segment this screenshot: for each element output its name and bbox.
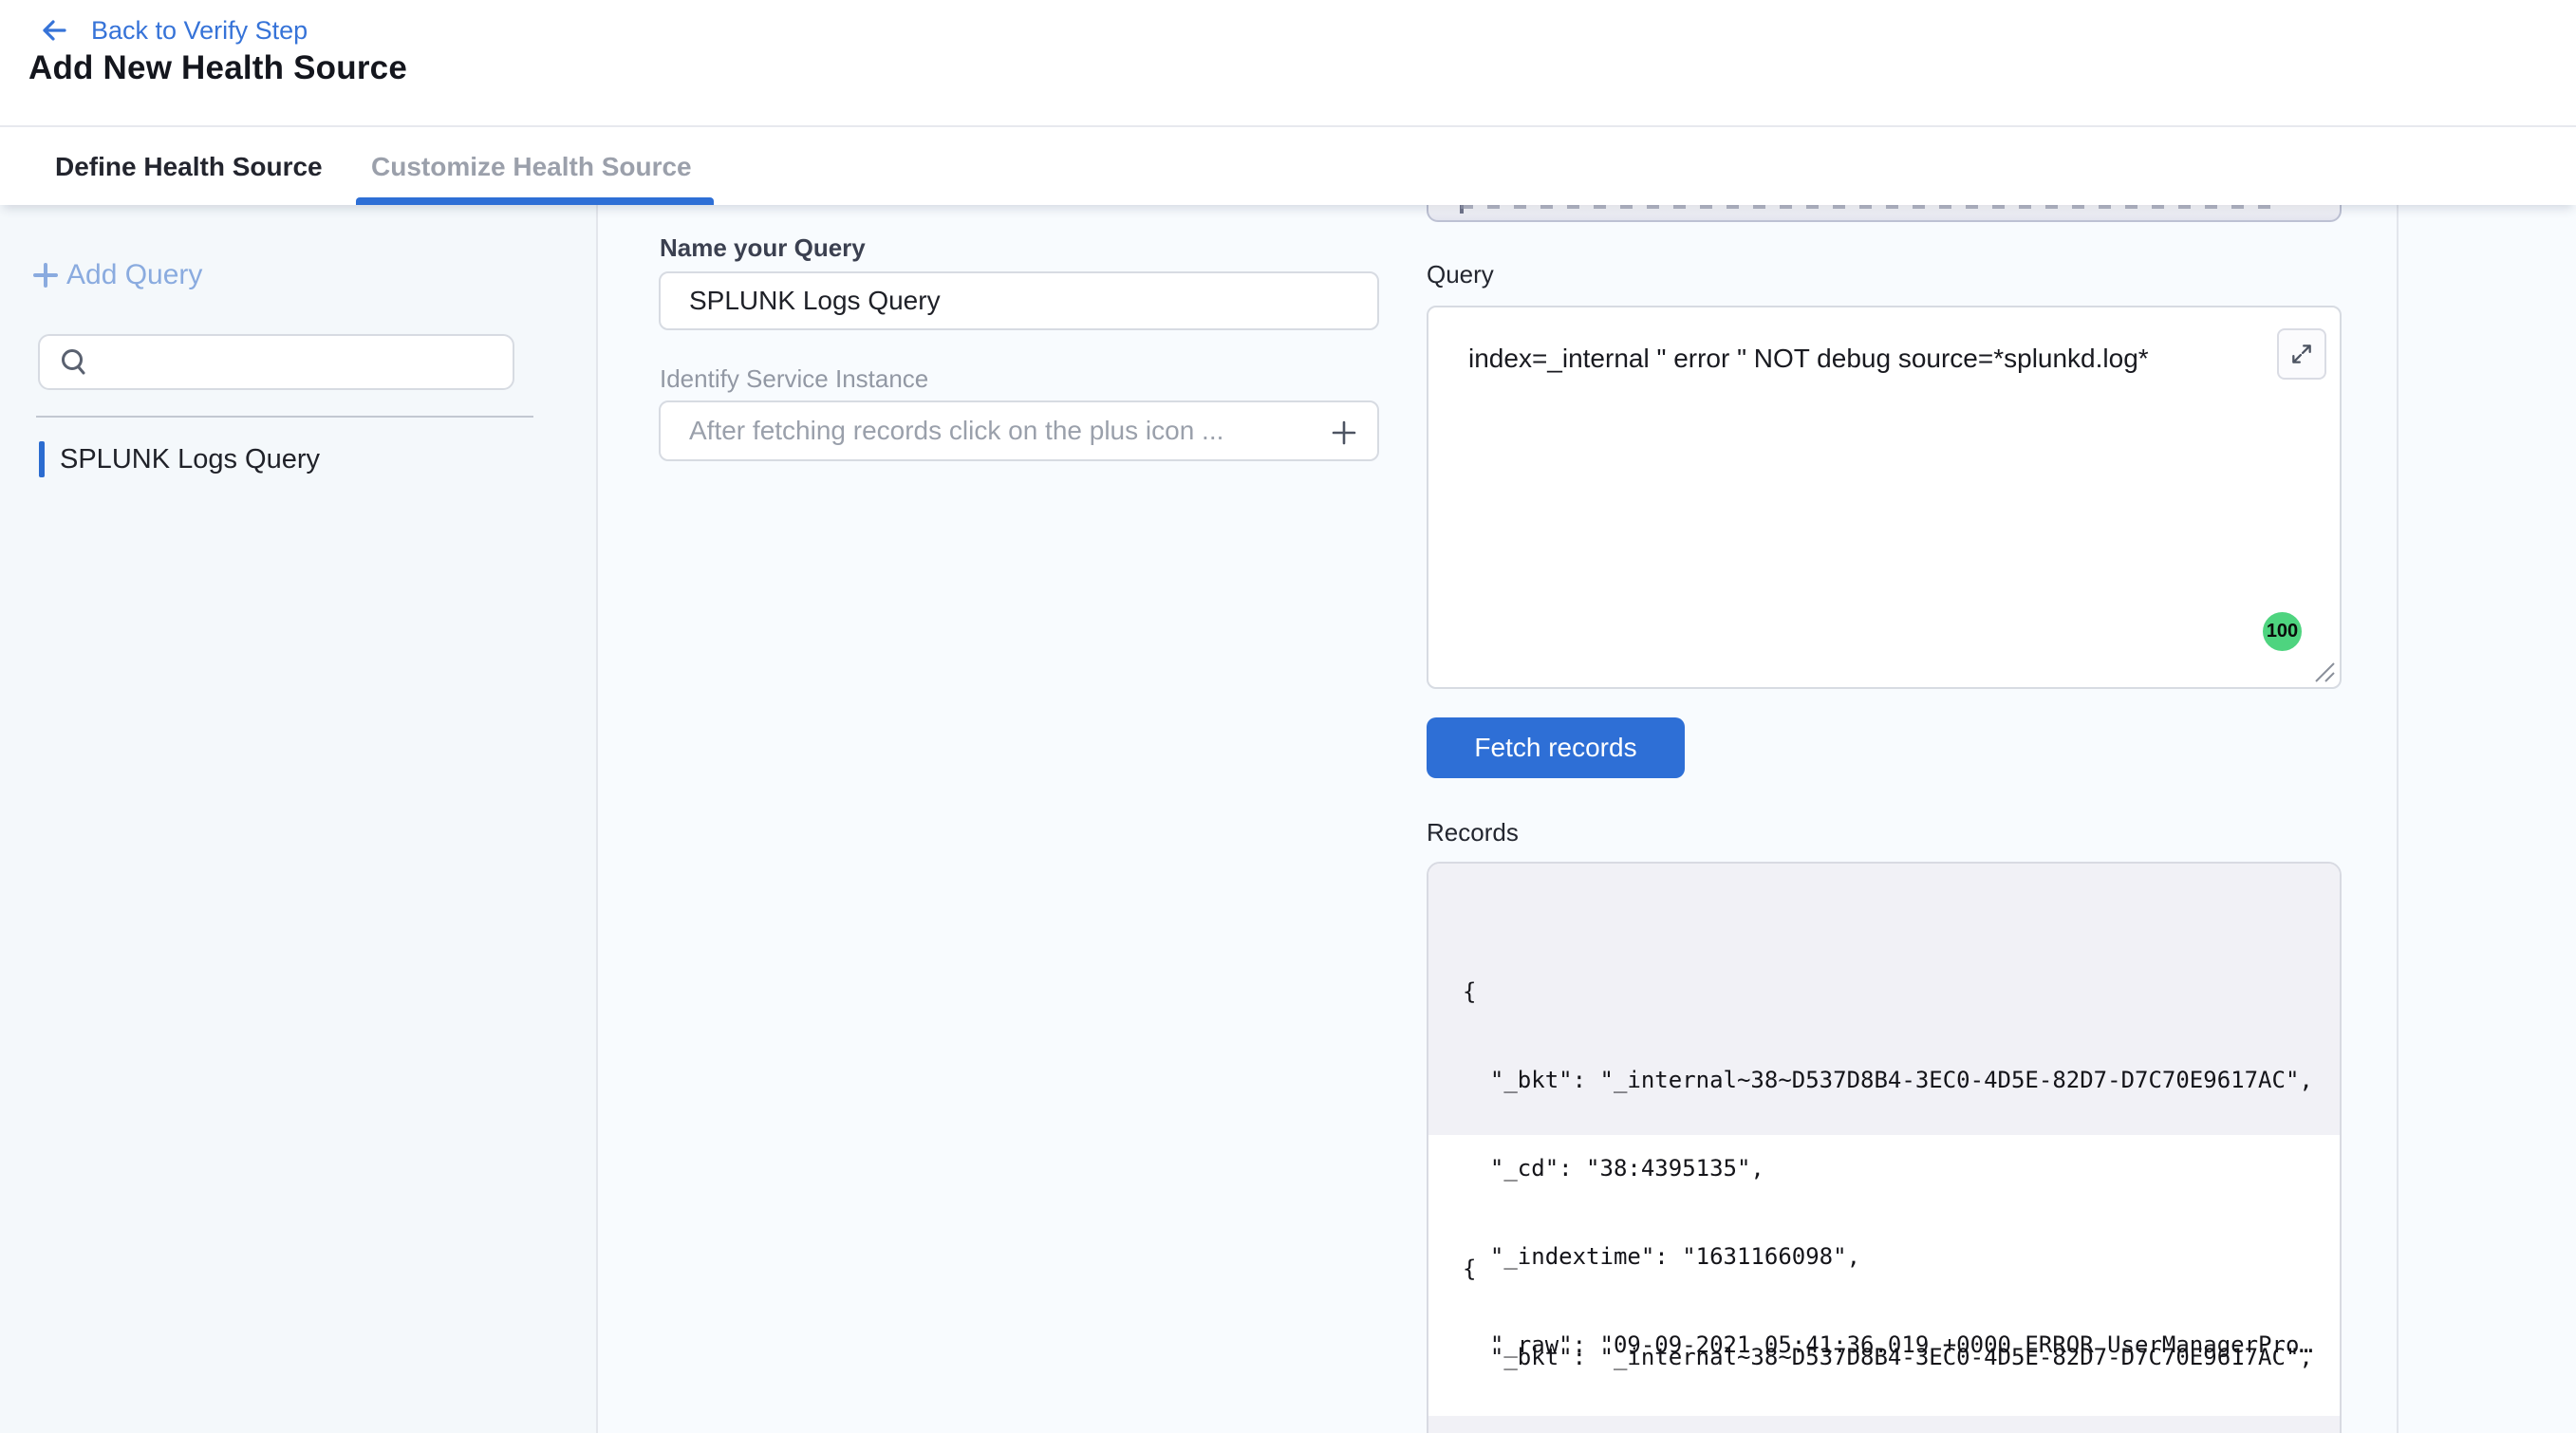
back-arrow-icon	[38, 14, 70, 47]
back-to-verify-link[interactable]: Back to Verify Step	[38, 9, 308, 51]
search-icon	[59, 347, 89, 378]
sidebar-divider	[36, 416, 533, 418]
active-tab-underline	[356, 197, 714, 205]
expand-query-button[interactable]	[2277, 328, 2326, 380]
records-label: Records	[1427, 818, 1519, 847]
panel-divider	[2397, 205, 2399, 1433]
tab-bar: Define Health Source Customize Health So…	[0, 125, 2576, 205]
selected-item-indicator	[39, 441, 45, 477]
query-search-input[interactable]	[103, 347, 482, 377]
service-instance-input[interactable]	[659, 400, 1379, 461]
query-editor-value: index=_internal " error " NOT debug sour…	[1468, 344, 2149, 374]
page-title: Add New Health Source	[28, 49, 407, 87]
tab-define-health-source[interactable]: Define Health Source	[55, 127, 323, 207]
expand-icon	[2289, 342, 2314, 366]
query-sidebar: Add Query SPLUNK Logs Query	[0, 205, 598, 1433]
clipped-input-field[interactable]	[1427, 205, 2342, 222]
back-link-label: Back to Verify Step	[91, 16, 308, 46]
tab-customize-health-source[interactable]: Customize Health Source	[371, 127, 692, 207]
query-editor[interactable]: index=_internal " error " NOT debug sour…	[1427, 306, 2342, 689]
plus-icon	[1330, 419, 1358, 447]
fetch-records-button[interactable]: Fetch records	[1427, 717, 1685, 778]
plus-icon	[32, 262, 59, 288]
record-card: { "_bkt": "_internal~38~D537D8B4-3EC0-4D…	[1428, 864, 2340, 1135]
record-count-badge: 100	[2263, 612, 2302, 651]
service-instance-plus-button[interactable]	[1325, 414, 1363, 452]
records-container: { "_bkt": "_internal~38~D537D8B4-3EC0-4D…	[1427, 862, 2342, 1433]
clipped-text-fragment	[1461, 205, 2277, 209]
sidebar-item-splunk-logs-query[interactable]: SPLUNK Logs Query	[0, 429, 598, 490]
query-item-label: SPLUNK Logs Query	[60, 444, 320, 475]
name-your-query-label: Name your Query	[660, 233, 866, 263]
query-name-input[interactable]	[659, 271, 1379, 330]
resize-handle[interactable]	[2312, 660, 2337, 684]
add-query-label: Add Query	[66, 259, 202, 291]
add-query-button[interactable]: Add Query	[32, 254, 202, 296]
page-header: Back to Verify Step Add New Health Sourc…	[0, 0, 2576, 125]
query-search-box[interactable]	[38, 334, 514, 390]
query-label: Query	[1427, 260, 1494, 289]
identify-service-instance-label: Identify Service Instance	[660, 364, 928, 394]
